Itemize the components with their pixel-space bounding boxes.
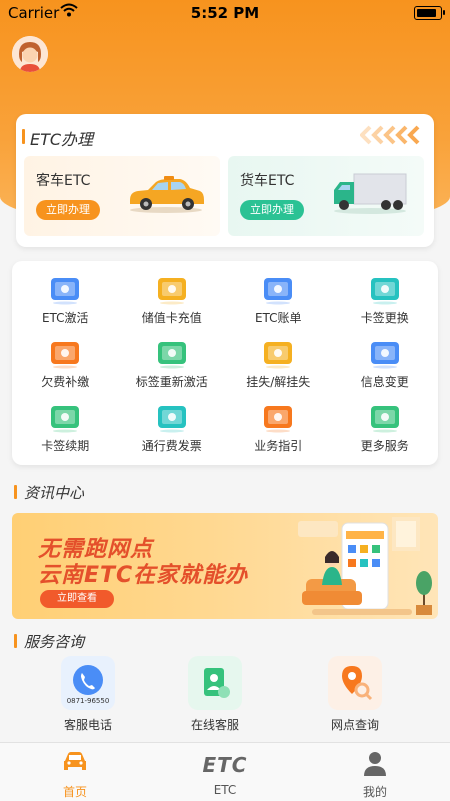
service-label: 信息变更	[360, 375, 409, 389]
service-grid: ETC激活 储值卡充值 ETC账单 卡签更换欠费补缴 标签重新激活 挂失/解挂失 信息变更卡…	[12, 269, 438, 461]
consult-row: 0871-96550 客服电话 在线客服 网点查询	[0, 656, 450, 736]
report-loss-icon	[261, 339, 295, 369]
truck-etc-card[interactable]: 货车ETC 立即办理	[228, 156, 424, 236]
home-car-icon	[0, 751, 150, 779]
passenger-car-etc-card[interactable]: 客车ETC 立即办理	[24, 156, 220, 236]
chevrons-decoration-icon	[359, 124, 420, 150]
service-label: 通行费发票	[141, 439, 202, 453]
tab-mine[interactable]: 我的	[300, 743, 450, 801]
service-label: 更多服务	[360, 439, 409, 453]
outlet-search-label: 网点查询	[330, 718, 379, 732]
card-replace-icon	[368, 275, 402, 305]
user-profile-icon	[300, 751, 450, 779]
service-item-arrears-payment[interactable]: 欠费补缴	[12, 333, 119, 397]
phone-number-text: 0871-96550	[66, 697, 110, 705]
tab-mine-label: 我的	[362, 785, 387, 799]
service-item-tag-reactivate[interactable]: 标签重新激活	[119, 333, 226, 397]
service-label: 欠费补缴	[41, 375, 90, 389]
etc-bill-icon	[261, 275, 295, 305]
card-recharge-icon	[155, 275, 189, 305]
etc-activate-icon	[48, 275, 82, 305]
info-change-icon	[368, 339, 402, 369]
etc-logo-text: ETC	[202, 753, 248, 777]
etc-logo-icon: ETC	[150, 751, 300, 779]
service-item-card-replace[interactable]: 卡签更换	[332, 269, 439, 333]
banner-view-button[interactable]: 立即查看	[40, 590, 114, 608]
online-service-item[interactable]: 在线客服	[175, 656, 255, 733]
service-label: 挂失/解挂失	[246, 375, 311, 389]
service-item-etc-bill[interactable]: ETC账单	[225, 269, 332, 333]
truck-icon	[330, 170, 410, 218]
service-label: 标签重新激活	[135, 375, 208, 389]
online-service-label: 在线客服	[190, 718, 239, 732]
service-item-more-services[interactable]: 更多服务	[332, 397, 439, 461]
service-grid-card: ETC激活 储值卡充值 ETC账单 卡签更换欠费补缴 标签重新激活 挂失/解挂失 信息变更卡…	[12, 261, 438, 465]
clock: 5:52 PM	[190, 4, 260, 22]
customer-phone-label: 客服电话	[63, 718, 112, 732]
toll-invoice-icon	[155, 403, 189, 433]
service-item-card-renew[interactable]: 卡签续期	[12, 397, 119, 461]
banner-headline-2: 云南ETC在家就能办	[38, 563, 249, 588]
service-item-card-recharge[interactable]: 储值卡充值	[119, 269, 226, 333]
service-item-business-guide[interactable]: 业务指引	[225, 397, 332, 461]
news-section-title: 资讯中心	[13, 484, 85, 502]
tab-etc-label: ETC	[213, 783, 237, 797]
banner-illustration	[292, 517, 438, 619]
tag-reactivate-icon	[155, 339, 189, 369]
service-label: ETC激活	[41, 311, 89, 325]
tab-etc[interactable]: ETC ETC	[150, 743, 300, 801]
service-label: 储值卡充值	[141, 311, 202, 325]
service-label: 卡签续期	[41, 439, 90, 453]
tab-home[interactable]: 首页	[0, 743, 150, 801]
etc-section-title: ETC办理	[21, 126, 93, 150]
passenger-car-etc-title: 客车ETC	[36, 173, 91, 189]
news-banner[interactable]: 无需跑网点 云南ETC在家就能办 立即查看	[12, 513, 438, 619]
arrears-payment-icon	[48, 339, 82, 369]
consult-section-title: 服务咨询	[13, 633, 85, 651]
customer-phone-item[interactable]: 0871-96550 客服电话	[48, 656, 128, 733]
online-service-icon	[188, 656, 242, 710]
service-item-report-loss[interactable]: 挂失/解挂失	[225, 333, 332, 397]
battery-icon	[414, 6, 445, 20]
phone-icon: 0871-96550	[61, 656, 115, 710]
etc-handling-card: ETC办理 客车ETC 立即办理 货车ETC 立即办理	[16, 114, 434, 247]
more-services-icon	[368, 403, 402, 433]
tab-home-label: 首页	[62, 785, 87, 799]
truck-etc-title: 货车ETC	[240, 173, 295, 189]
service-item-etc-activate[interactable]: ETC激活	[12, 269, 119, 333]
passenger-car-apply-button[interactable]: 立即办理	[36, 200, 100, 220]
business-guide-icon	[261, 403, 295, 433]
service-item-info-change[interactable]: 信息变更	[332, 333, 439, 397]
outlet-search-item[interactable]: 网点查询	[315, 656, 395, 733]
truck-apply-button[interactable]: 立即办理	[240, 200, 304, 220]
service-label: 业务指引	[254, 439, 303, 453]
card-renew-icon	[48, 403, 82, 433]
service-item-toll-invoice[interactable]: 通行费发票	[119, 397, 226, 461]
status-bar: Carrier 5:52 PM	[0, 0, 450, 26]
service-label: ETC账单	[254, 311, 302, 325]
service-label: 卡签更换	[360, 311, 409, 325]
user-avatar[interactable]	[12, 36, 48, 72]
bottom-tab-bar: 首页 ETC ETC 我的	[0, 742, 450, 801]
taxi-car-icon	[126, 170, 206, 218]
outlet-search-icon	[328, 656, 382, 710]
